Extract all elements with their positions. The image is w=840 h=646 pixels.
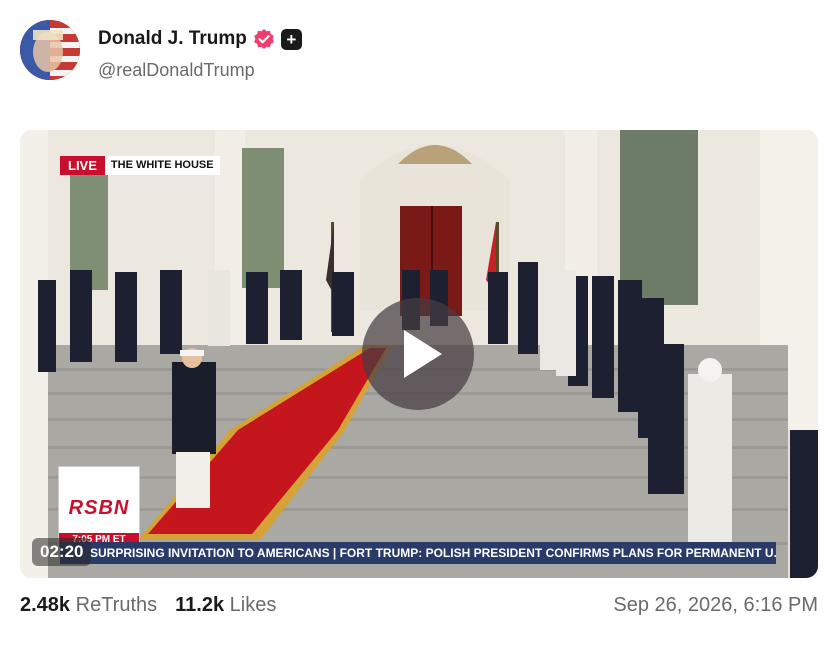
video-player[interactable]: LIVE THE WHITE HOUSE RSBN 7:05 PM ET SUR… [20, 130, 818, 578]
likes-stat[interactable]: 11.2k Likes [175, 594, 276, 617]
likes-count: 11.2k [175, 594, 225, 616]
play-button[interactable] [362, 298, 474, 410]
retruths-stat[interactable]: 2.48k ReTruths [20, 594, 157, 617]
network-logo: RSBN 7:05 PM ET [58, 466, 140, 548]
verified-badge-icon [253, 28, 275, 50]
post-stats: 2.48k ReTruths 11.2k Likes [20, 594, 276, 617]
location-label: THE WHITE HOUSE [110, 159, 214, 171]
network-logo-text: RSBN [68, 497, 130, 519]
retruths-count: 2.48k [20, 594, 71, 616]
video-timecode: 02:20 [32, 538, 92, 566]
author-avatar[interactable] [20, 20, 80, 80]
post-header: Donald J. Trump + @realDonaldTrump [20, 20, 820, 82]
plus-icon[interactable]: + [280, 28, 302, 50]
live-banner: LIVE THE WHITE HOUSE [60, 156, 220, 175]
author-handle[interactable]: @realDonaldTrump [98, 60, 255, 81]
play-icon [404, 330, 442, 378]
news-ticker: SURPRISING INVITATION TO AMERICANS | FOR… [60, 542, 776, 564]
likes-label: Likes [229, 594, 277, 616]
retruths-label: ReTruths [75, 594, 158, 616]
live-label: LIVE [60, 156, 105, 175]
post-timestamp[interactable]: Sep 26, 2026, 6:16 PM [613, 594, 818, 617]
author-name[interactable]: Donald J. Trump [98, 28, 247, 50]
avatar-image [20, 20, 80, 80]
